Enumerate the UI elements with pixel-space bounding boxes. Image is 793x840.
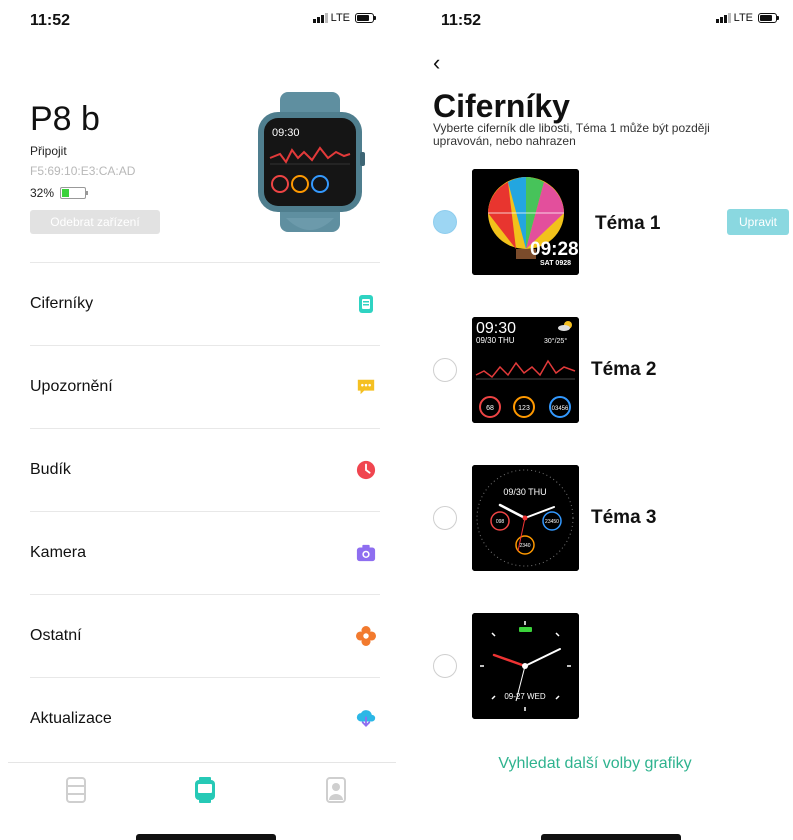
battery-level-icon [60,187,89,199]
menu-item-update[interactable]: Aktualizace [30,677,380,760]
status-bar: 11:52 LTE [397,0,793,44]
flower-icon [356,626,376,646]
thumb-day: 09/30 THU [503,487,546,497]
signal-icon [715,13,731,23]
network-indicator: LTE [312,12,376,24]
thumb-stat: 68 [486,405,494,412]
tab-devices[interactable] [66,777,86,803]
status-bar: 11:52 LTE [0,0,396,44]
menu-label: Kamera [30,544,87,561]
theme-option-3[interactable]: 09/30 THU 098 23450 2340 Téma 3 [397,465,793,571]
theme-name: Téma 1 [595,213,661,234]
menu-item-notifications[interactable]: Upozornění [30,345,380,428]
status-time: 11:52 [30,12,71,29]
device-name: P8 b [30,100,100,138]
thumb-time: 09:28 [530,239,579,260]
connect-status[interactable]: Připojit [30,144,67,158]
thumb-temp: 30°/25° [544,337,567,345]
watch-icon [195,777,215,803]
thumb-stat: 123 [518,405,530,412]
menu-label: Aktualizace [30,710,112,727]
menu-item-other[interactable]: Ostatní [30,594,380,677]
tab-watch[interactable] [194,777,215,803]
back-button[interactable]: ‹ [433,50,440,76]
menu-label: Ostatní [30,627,82,644]
thumb-stat: 2340 [519,543,530,549]
tab-bar [8,762,396,822]
menu-label: Upozornění [30,378,113,395]
theme-thumbnail: 09:30 09/30 THU 30°/25° 68 123 03456 [472,317,579,423]
theme-thumbnail: 09/30 THU 098 23450 2340 [472,465,579,571]
clock-icon [356,460,376,480]
theme-option-1[interactable]: 09:28 SAT 0928 Téma 1 Upravit [397,169,793,275]
settings-menu: Ciferníky Upozornění Budík Kamera Ostatn… [30,262,380,760]
edit-theme-button[interactable]: Upravit [727,209,789,235]
watch-time: 09:30 [272,127,300,139]
theme-radio[interactable] [433,506,457,530]
battery-icon [758,13,779,23]
message-icon [356,377,376,397]
theme-thumbnail: 09:28 SAT 0928 [472,169,579,275]
tab-profile[interactable] [326,777,346,803]
camera-icon [356,543,376,563]
thumb-stat: 03456 [552,406,569,412]
network-indicator: LTE [715,12,779,24]
chevron-left-icon: ‹ [433,50,441,75]
thumb-stat: 23450 [545,519,559,525]
home-indicator [541,834,681,840]
device-list-icon [66,777,86,803]
theme-option-2[interactable]: 09:30 09/30 THU 30°/25° 68 123 03456 Tém… [397,317,793,423]
network-type: LTE [733,12,753,24]
page-subtitle: Vyberte ciferník dle libosti, Téma 1 můž… [433,121,710,148]
theme-radio[interactable] [433,210,457,234]
thumb-date: SAT 0928 [540,260,571,267]
device-battery: 32% [30,186,89,200]
theme-name: Téma 2 [591,359,657,380]
device-mac: F5:69:10:E3:CA:AD [30,164,136,178]
theme-radio[interactable] [433,358,457,382]
more-watchfaces-link[interactable]: Vyhledat další volby grafiky [397,755,793,773]
theme-thumbnail: 09-27 WED [472,613,579,719]
menu-item-camera[interactable]: Kamera [30,511,380,594]
menu-item-alarm[interactable]: Budík [30,428,380,511]
theme-radio[interactable] [433,654,457,678]
battery-icon [355,13,376,23]
remove-device-button[interactable]: Odebrat zařízení [30,210,160,234]
profile-icon [326,777,346,803]
thumb-day: 09/30 THU [476,336,515,345]
thumb-stat: 098 [496,519,505,525]
thumb-day: 09-27 WED [504,692,546,701]
home-indicator [136,834,276,840]
device-screen: 11:52 LTE P8 b Připojit F5:69:10:E3:CA:A… [0,0,396,840]
battery-percent: 32% [30,186,55,200]
cloud-download-icon [356,709,376,729]
watchfaces-screen: 11:52 LTE ‹ Ciferníky Vyberte ciferník d… [397,0,793,840]
menu-label: Ciferníky [30,295,94,312]
menu-label: Budík [30,461,71,478]
theme-option-4[interactable]: 09-27 WED [397,613,793,719]
signal-icon [312,13,328,23]
watchface-icon [356,294,376,314]
watch-image: 09:30 [258,92,365,232]
network-type: LTE [330,12,350,24]
page-title: Ciferníky [433,88,570,124]
thumb-time: 09:30 [476,320,516,337]
menu-item-watchfaces[interactable]: Ciferníky [30,262,380,345]
theme-name: Téma 3 [591,507,657,528]
status-time: 11:52 [441,12,482,29]
